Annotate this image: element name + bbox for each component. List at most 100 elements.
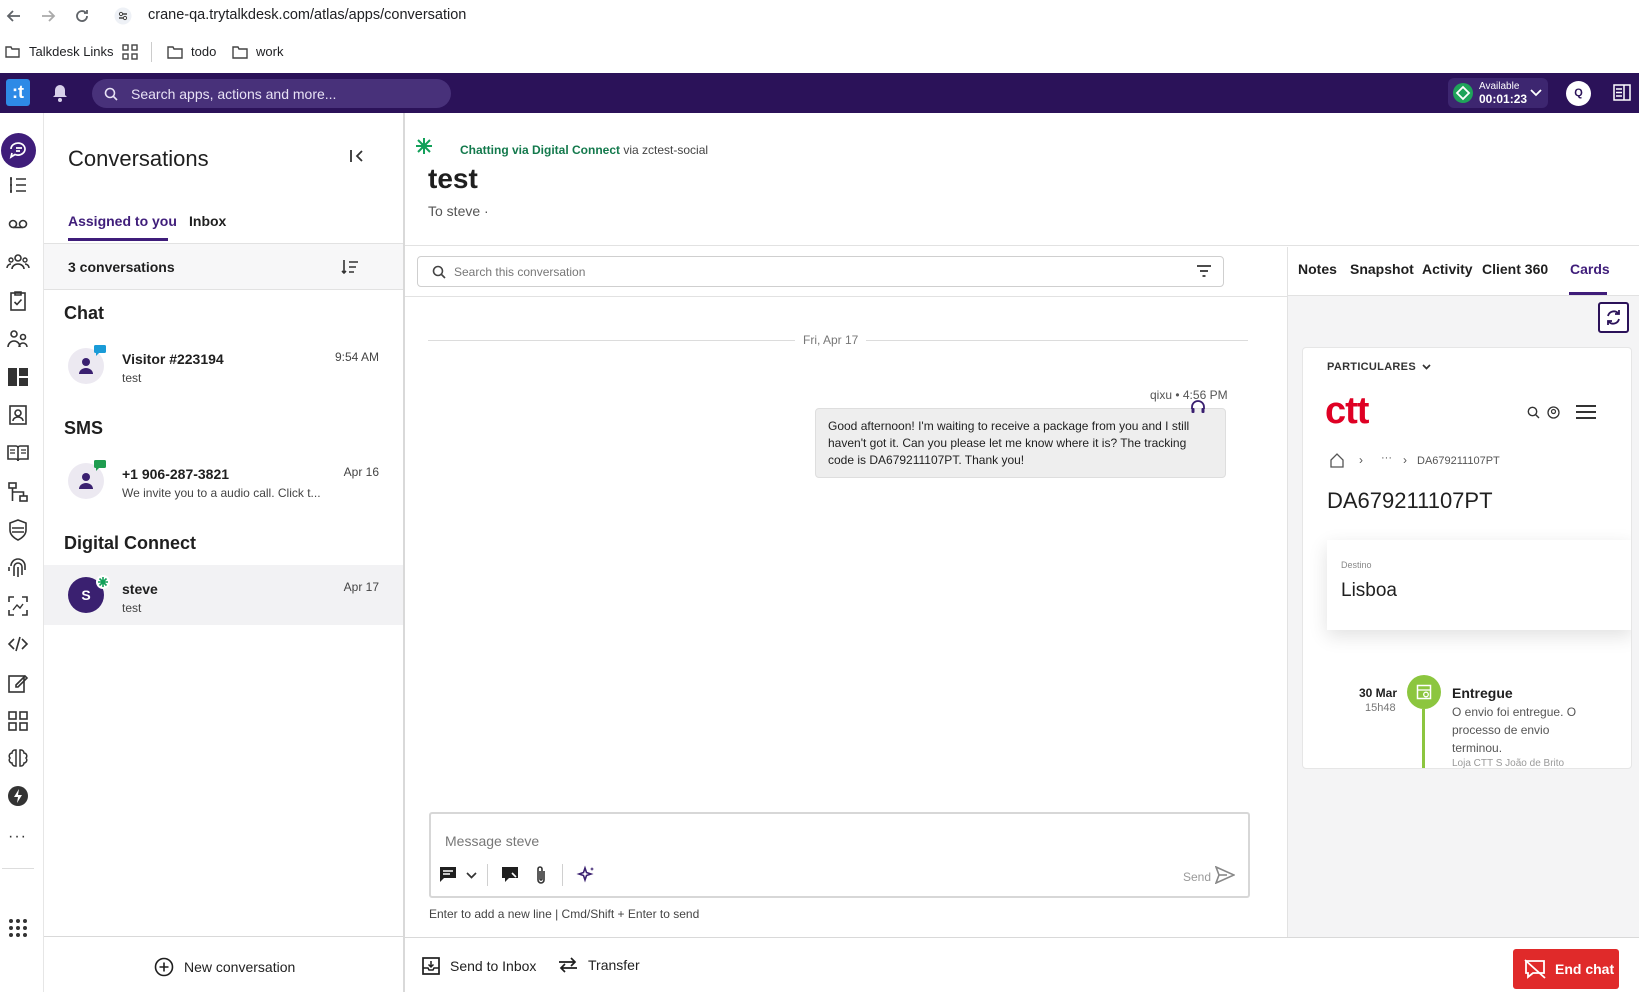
bookmark-work[interactable]: work: [232, 44, 283, 59]
more-icon[interactable]: ···: [8, 828, 27, 846]
forward-icon[interactable]: [40, 8, 56, 24]
knowledge-book-icon[interactable]: [6, 441, 30, 465]
transfer-icon: [559, 957, 577, 973]
screen-capture-icon[interactable]: [6, 594, 30, 618]
conversation-actions-bar: Send to Inbox Transfer End chat: [405, 937, 1639, 992]
card-menu-dropdown[interactable]: PARTICULARES: [1327, 361, 1431, 373]
talkdesk-logo[interactable]: :t: [6, 79, 30, 106]
bookmarks-bar: Talkdesk Links todo work: [0, 32, 1639, 72]
lightning-icon[interactable]: [6, 784, 30, 808]
add-circle-icon: [154, 957, 174, 977]
bookmark-todo[interactable]: todo: [167, 44, 216, 59]
global-search-input[interactable]: Search apps, actions and more...: [92, 79, 451, 108]
apps-grid-icon[interactable]: [122, 44, 138, 60]
tab-activity[interactable]: Activity: [1422, 261, 1473, 277]
card-search-icon[interactable]: [1527, 406, 1540, 419]
agent-headset-icon: [1190, 399, 1206, 415]
bookmark-talkdesk-links[interactable]: Talkdesk Links: [5, 44, 114, 59]
date-separator: Fri, Apr 17: [795, 333, 867, 347]
end-chat-label: End chat: [1555, 961, 1615, 977]
destination-box: Destino Lisboa: [1327, 540, 1631, 630]
edit-note-icon[interactable]: [6, 671, 30, 695]
send-to-inbox-label: Send to Inbox: [450, 958, 537, 974]
activity-list-icon[interactable]: [6, 173, 30, 197]
destination-label: Destino: [1341, 560, 1372, 570]
canned-response-icon[interactable]: [501, 866, 519, 884]
person-icon: [79, 473, 93, 489]
toolbar-divider: [487, 864, 488, 886]
folder-icon: [232, 45, 248, 59]
tab-notes[interactable]: Notes: [1298, 261, 1337, 277]
filter-icon[interactable]: [1196, 265, 1212, 277]
bookmark-label: Talkdesk Links: [29, 44, 114, 59]
app-header: :t Search apps, actions and more... Avai…: [0, 73, 1639, 113]
nav-conversations-active[interactable]: [1, 133, 36, 168]
contacts-group-icon[interactable]: [6, 250, 30, 274]
new-conversation-button[interactable]: New conversation: [44, 936, 403, 992]
conversation-count-bar: 3 conversations: [44, 243, 403, 290]
voicemail-icon[interactable]: [6, 212, 30, 236]
delivered-status-icon: [1407, 675, 1441, 709]
send-label[interactable]: Send: [1183, 870, 1211, 884]
conversation-time: 9:54 AM: [334, 350, 379, 364]
end-chat-icon: [1524, 959, 1546, 979]
tab-inbox[interactable]: Inbox: [189, 213, 226, 229]
message-type-icon[interactable]: [439, 866, 457, 883]
conversation-item[interactable]: Visitor #223194 test 9:54 AM: [44, 338, 403, 398]
channel-info: Chatting via Digital Connect via zctest-…: [460, 143, 708, 157]
app-navigation-rail: ···: [0, 113, 44, 992]
conversation-item-selected[interactable]: S steve test Apr 17: [44, 565, 403, 625]
chevron-down-icon: [1530, 89, 1542, 97]
team-icon[interactable]: [6, 327, 30, 351]
chevron-down-icon[interactable]: [466, 872, 477, 879]
fingerprint-icon[interactable]: [6, 556, 30, 580]
back-icon[interactable]: [6, 8, 22, 24]
conversation-item[interactable]: +1 906-287-3821 We invite you to a audio…: [44, 453, 403, 513]
refresh-icon: [1607, 310, 1620, 325]
shield-icon[interactable]: [6, 518, 30, 542]
message-meta: qixu • 4:56 PM: [1150, 388, 1228, 402]
breadcrumb-ellipsis[interactable]: ···: [1381, 452, 1392, 464]
message-composer[interactable]: Message steve Send: [429, 812, 1250, 898]
user-avatar[interactable]: Q: [1566, 81, 1591, 106]
side-panel-toggle-icon[interactable]: [1613, 84, 1631, 101]
tasks-clipboard-icon[interactable]: [6, 289, 30, 313]
refresh-card-button[interactable]: [1598, 302, 1629, 333]
attachment-icon[interactable]: [535, 865, 547, 885]
workflow-icon[interactable]: [6, 480, 30, 504]
send-icon[interactable]: [1215, 866, 1235, 884]
end-chat-button[interactable]: End chat: [1513, 949, 1619, 989]
send-to-inbox-button[interactable]: Send to Inbox: [422, 957, 536, 975]
timeline-description: O envio foi entregue. O processo de envi…: [1452, 705, 1577, 755]
transfer-button[interactable]: Transfer: [558, 957, 640, 973]
conversation-search-input[interactable]: Search this conversation: [417, 256, 1224, 287]
sort-icon[interactable]: [341, 259, 359, 275]
tab-snapshot[interactable]: Snapshot: [1350, 261, 1414, 277]
card-menu-icon[interactable]: [1576, 405, 1596, 419]
code-icon[interactable]: [6, 632, 30, 656]
recipient-line: To steve ·: [428, 203, 489, 219]
apps-icon[interactable]: [6, 709, 30, 733]
reload-icon[interactable]: [74, 8, 90, 24]
ctt-tracking-card: PARTICULARES ctt › ··· › DA679211107PT D…: [1302, 347, 1632, 769]
ai-sparkle-icon[interactable]: [576, 865, 596, 885]
site-settings-icon[interactable]: [114, 7, 132, 25]
tab-assigned-to-you[interactable]: Assigned to you: [68, 213, 177, 229]
notifications-bell-icon[interactable]: [51, 83, 69, 103]
address-bar[interactable]: crane-qa.trytalkdesk.com/atlas/apps/conv…: [148, 7, 466, 23]
tab-cards[interactable]: Cards: [1570, 261, 1610, 277]
rail-divider: [2, 868, 34, 869]
status-label: Available: [1479, 81, 1520, 92]
tracking-code: DA679211107PT: [1327, 488, 1493, 513]
avatar: [68, 345, 106, 384]
collapse-panel-icon[interactable]: [349, 148, 365, 164]
card-account-icon[interactable]: [1547, 406, 1560, 419]
agent-status-dropdown[interactable]: Available 00:01:23: [1448, 78, 1548, 108]
app-launcher-icon[interactable]: [6, 916, 30, 940]
ai-brain-icon[interactable]: [6, 747, 30, 771]
contact-card-icon[interactable]: [6, 403, 30, 427]
home-icon[interactable]: [1329, 452, 1345, 468]
channel-name: Chatting via Digital Connect: [460, 143, 621, 157]
tab-client-360[interactable]: Client 360: [1482, 261, 1548, 277]
dashboard-icon[interactable]: [6, 365, 30, 389]
